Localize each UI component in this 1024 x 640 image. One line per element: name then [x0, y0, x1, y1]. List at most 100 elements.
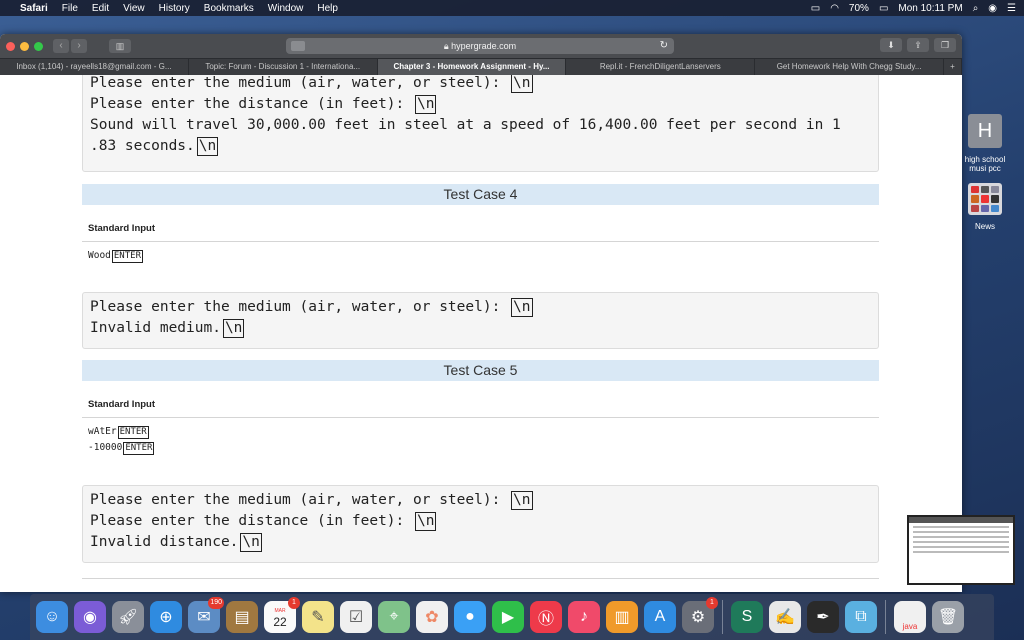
trash-icon[interactable]: 🗑︎ [932, 601, 964, 633]
badge-count: 1 [288, 597, 300, 609]
battery-icon[interactable]: ▭ [879, 3, 888, 14]
messages-icon[interactable]: ● [454, 601, 486, 633]
safari-icon[interactable]: ⊕ [150, 601, 182, 633]
high-school-widget-icon[interactable]: H [968, 114, 1002, 148]
photos-icon[interactable]: ✿ [416, 601, 448, 633]
siri-icon[interactable]: ◉ [74, 601, 106, 633]
input-line: wAtEr ENTER [88, 426, 149, 439]
newline-marker: \n [415, 95, 437, 114]
java-file-label: java [902, 622, 918, 631]
tab-forum[interactable]: Topic: Forum - Discussion 1 - Internatio… [189, 59, 378, 75]
system-preferences-icon[interactable]: ⚙ 1 [682, 597, 718, 633]
preview-icon[interactable]: ⧉ [845, 601, 877, 633]
sidebar-toggle-icon[interactable]: ▥ [109, 39, 131, 53]
tab-gmail[interactable]: Inbox (1,104) - rayeells18@gmail.com - G… [0, 59, 189, 75]
dock-separator [722, 600, 723, 634]
dock-separator [885, 600, 886, 634]
wifi-icon[interactable]: ◠ [830, 3, 839, 14]
menu-window[interactable]: Window [268, 3, 304, 14]
output-line: Please enter the medium (air, water, or … [90, 491, 533, 510]
app-store-icon[interactable]: A [644, 601, 676, 633]
forward-button[interactable]: › [71, 39, 87, 53]
menu-bar: Safari File Edit View History Bookmarks … [0, 0, 1024, 16]
enter-marker: ENTER [123, 442, 155, 455]
calendar-icon[interactable]: MAR 22 1 [264, 597, 300, 633]
spotlight-icon[interactable]: ⌕ [973, 3, 979, 14]
browser-toolbar: ‹ › ▥ 🔒︎ hypergrade.com ↻ ⬇ ⇪ ❐ [0, 34, 962, 58]
downloads-icon[interactable]: ⬇ [880, 38, 902, 52]
output-line: Please enter the medium (air, water, or … [90, 298, 533, 317]
clock[interactable]: Mon 10:11 PM [898, 3, 962, 14]
contacts-icon[interactable]: ▤ [226, 601, 258, 633]
new-tab-button[interactable]: + [944, 59, 962, 75]
menu-file[interactable]: File [62, 3, 78, 14]
maps-icon[interactable]: ⌖ [378, 601, 410, 633]
textedit-icon[interactable]: ✍ [769, 601, 801, 633]
page-content: Please enter the medium (air, water, or … [0, 75, 962, 592]
output-box-case-4: Please enter the medium (air, water, or … [82, 292, 879, 349]
news-widget-icon[interactable] [968, 183, 1002, 215]
finder-icon[interactable]: ☺ [36, 601, 68, 633]
test-case-4-header: Test Case 4 [82, 184, 879, 205]
airplay-icon[interactable]: ▭ [811, 3, 820, 14]
script-editor-icon[interactable]: ✒ [807, 601, 839, 633]
zoom-window-button[interactable] [34, 41, 43, 51]
notes-icon[interactable]: ✎ [302, 601, 334, 633]
siri-icon[interactable]: ◉ [988, 3, 997, 14]
tab-overview-icon[interactable]: ❐ [934, 38, 956, 52]
newline-marker: \n [511, 298, 533, 317]
minimize-window-button[interactable] [20, 41, 29, 51]
books-icon[interactable]: ▥ [606, 601, 638, 633]
output-line: Please enter the medium (air, water, or … [90, 75, 533, 93]
tab-chegg[interactable]: Get Homework Help With Chegg Study... [755, 59, 944, 75]
calendar-day: 22 [273, 615, 287, 629]
back-button[interactable]: ‹ [53, 39, 69, 53]
standard-input-label: Standard Input [88, 399, 156, 410]
newline-marker: \n [415, 512, 437, 531]
mail-icon[interactable]: ✉ 190 [188, 597, 224, 633]
menu-view[interactable]: View [123, 3, 145, 14]
newline-marker: \n [196, 137, 219, 156]
close-window-button[interactable] [6, 41, 15, 51]
output-line: Invalid medium. \n [90, 319, 245, 338]
menu-history[interactable]: History [159, 3, 190, 14]
tab-replit[interactable]: Repl.it - FrenchDiligentLanservers [566, 59, 756, 75]
input-line: Wood ENTER [88, 250, 143, 263]
launchpad-icon[interactable]: 🚀︎ [112, 601, 144, 633]
output-box-case-3: Please enter the medium (air, water, or … [82, 75, 879, 172]
newline-marker: \n [511, 75, 533, 93]
divider [82, 241, 879, 242]
address-bar[interactable]: 🔒︎ hypergrade.com ↻ [286, 38, 674, 54]
reminders-icon[interactable]: ☑ [340, 601, 372, 633]
window-controls [6, 41, 43, 51]
enter-marker: ENTER [111, 250, 143, 263]
news-icon[interactable]: Ⓝ [530, 601, 562, 633]
facetime-icon[interactable]: ▶ [492, 601, 524, 633]
newline-marker: \n [511, 491, 533, 510]
output-line: Please enter the distance (in feet): \n [90, 512, 437, 531]
reload-icon[interactable]: ↻ [660, 38, 668, 54]
reader-view-icon[interactable] [291, 41, 305, 51]
menu-help[interactable]: Help [317, 3, 338, 14]
notification-center-icon[interactable]: ☰ [1007, 3, 1016, 14]
music-icon[interactable]: ♪ [568, 601, 600, 633]
standard-input-label: Standard Input [88, 223, 156, 234]
share-icon[interactable]: ⇪ [907, 38, 929, 52]
screenshot-thumbnail[interactable] [907, 515, 1015, 585]
scrivener-icon[interactable]: S [731, 601, 763, 633]
enter-marker: ENTER [117, 426, 149, 439]
badge-count: 190 [208, 597, 224, 609]
output-line: Sound will travel 30,000.00 feet in stee… [90, 117, 841, 133]
menu-app-name[interactable]: Safari [20, 3, 48, 14]
menu-edit[interactable]: Edit [92, 3, 109, 14]
menu-bookmarks[interactable]: Bookmarks [204, 3, 254, 14]
news-widget-label: News [974, 222, 995, 231]
tab-hypergrade[interactable]: Chapter 3 - Homework Assignment - Hy... [377, 59, 567, 75]
dock: ☺ ◉ 🚀︎ ⊕ ✉ 190 ▤ MAR 22 1 ✎ ☑ ⌖ ✿ ● ▶ Ⓝ ♪… [30, 594, 994, 640]
java-file-icon[interactable]: java [894, 601, 926, 633]
divider [82, 578, 879, 579]
battery-percent[interactable]: 70% [849, 3, 869, 14]
address-url: hypergrade.com [451, 41, 517, 51]
output-line: Please enter the distance (in feet): \n [90, 95, 437, 114]
output-line: .83 seconds. \n [90, 137, 219, 156]
